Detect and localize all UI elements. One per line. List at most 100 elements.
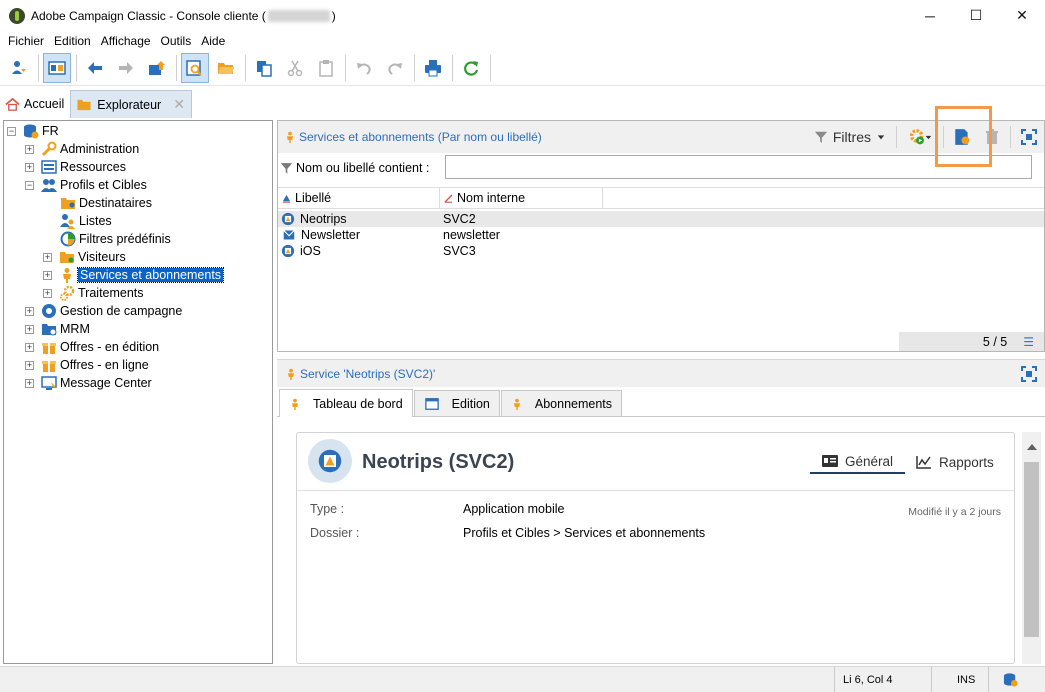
menu-outils[interactable]: Outils <box>156 34 197 48</box>
mobile-app-icon <box>281 244 295 258</box>
search-button[interactable] <box>181 52 209 83</box>
tree-item-destinataires[interactable]: Destinataires <box>60 194 152 212</box>
column-header-nom-interne[interactable]: Nom interne <box>440 188 603 208</box>
redo-button[interactable] <box>381 53 409 83</box>
filters-dropdown[interactable]: Filtres <box>814 129 885 145</box>
scroll-up-icon[interactable] <box>1027 444 1037 450</box>
list-menu-icon[interactable]: ☰ <box>1023 335 1034 349</box>
tree-item-label: Message Center <box>60 376 152 390</box>
title-bar: Adobe Campaign Classic - Console cliente… <box>0 0 1045 31</box>
menu-aide[interactable]: Aide <box>196 34 230 48</box>
service-dashboard: Neotrips (SVC2) Général Rapports Modifié… <box>296 432 1015 664</box>
campaign-icon <box>41 303 57 319</box>
lists-icon <box>60 213 76 229</box>
tab-accueil-label: Accueil <box>24 97 65 111</box>
explorer-view-button[interactable] <box>43 52 71 83</box>
connect-button[interactable] <box>5 53 33 83</box>
tree-item-fr[interactable]: − FR <box>7 122 59 140</box>
maximize-panel-button[interactable] <box>1017 125 1041 149</box>
scroll-thumb[interactable] <box>1024 462 1039 637</box>
gear-play-icon <box>909 129 932 145</box>
collapse-icon[interactable]: − <box>25 180 34 190</box>
tree-item-profils-et-cibles[interactable]: − Profils et Cibles <box>25 176 147 194</box>
open-folder-button[interactable] <box>212 53 240 83</box>
expand-icon[interactable]: + <box>25 342 34 352</box>
tree-item-filtres-predefinis[interactable]: Filtres prédéfinis <box>60 230 171 248</box>
funnel-icon <box>814 131 827 144</box>
delete-button[interactable] <box>980 125 1004 149</box>
undo-icon <box>357 62 371 75</box>
folder-up-icon <box>149 60 165 75</box>
maximize-button[interactable]: ☐ <box>953 0 999 31</box>
new-service-button[interactable] <box>950 125 974 149</box>
minimize-button[interactable]: ─ <box>907 0 953 31</box>
tree-item-offres-en-edition[interactable]: + Offres - en édition <box>25 338 159 356</box>
tab-tableau-de-bord[interactable]: Tableau de bord <box>279 389 413 417</box>
services-list-panel: Services et abonnements (Par nom ou libe… <box>277 120 1045 352</box>
expand-icon[interactable]: + <box>25 324 34 334</box>
folder-value: Profils et Cibles > Services et abonneme… <box>463 526 706 540</box>
tree-item-message-center[interactable]: + Message Center <box>25 374 152 392</box>
column-header-libelle[interactable]: Libellé <box>278 188 440 208</box>
tab-rapports[interactable]: Rapports <box>916 450 994 474</box>
copy-icon <box>257 60 272 77</box>
tree-item-offres-en-ligne[interactable]: + Offres - en ligne <box>25 356 149 374</box>
mrm-folder-icon <box>41 321 57 337</box>
redacted-username <box>267 10 330 23</box>
copy-button[interactable] <box>250 53 278 83</box>
tree-item-gestion-de-campagne[interactable]: + Gestion de campagne <box>25 302 182 320</box>
menu-fichier[interactable]: Fichier <box>3 34 49 48</box>
table-row[interactable]: Newsletter newsletter <box>278 227 1044 243</box>
tree-item-services-et-abonnements[interactable]: + Services et abonnements <box>43 266 225 284</box>
forward-button[interactable] <box>112 53 140 83</box>
service-avatar <box>308 439 352 483</box>
tree-item-listes[interactable]: Listes <box>60 212 112 230</box>
undo-button[interactable] <box>350 53 378 83</box>
tab-general[interactable]: Général <box>810 450 906 474</box>
back-button[interactable] <box>81 53 109 83</box>
print-button[interactable] <box>419 53 447 83</box>
paste-button[interactable] <box>312 53 340 83</box>
refresh-button[interactable] <box>457 53 485 83</box>
collapse-icon[interactable]: − <box>7 126 16 136</box>
tree-item-mrm[interactable]: + MRM <box>25 320 90 338</box>
parent-folder-button[interactable] <box>143 53 171 83</box>
folder-icon <box>77 99 91 111</box>
maximize-detail-button[interactable] <box>1021 366 1037 385</box>
tree-item-label: Services et abonnements <box>76 267 225 283</box>
tree-item-visiteurs[interactable]: + Visiteurs <box>43 248 126 266</box>
expand-icon[interactable]: + <box>25 162 34 172</box>
expand-icon[interactable]: + <box>25 378 34 388</box>
actions-button[interactable] <box>903 125 937 149</box>
expand-icon[interactable]: + <box>25 360 34 370</box>
expand-icon[interactable]: + <box>43 252 52 262</box>
menu-edition[interactable]: Edition <box>49 34 96 48</box>
mobile-app-icon <box>281 212 295 226</box>
tab-explorateur[interactable]: Explorateur ✕ <box>70 90 192 118</box>
table-row[interactable]: Neotrips SVC2 <box>278 211 1044 227</box>
menu-affichage[interactable]: Affichage <box>96 34 156 48</box>
tab-edition[interactable]: Edition <box>413 390 500 416</box>
expand-icon[interactable]: + <box>43 270 52 280</box>
search-icon <box>186 59 202 76</box>
tree-item-ressources[interactable]: + Ressources <box>25 158 126 176</box>
tree-item-traitements[interactable]: + Traitements <box>43 284 144 302</box>
close-tab-icon[interactable]: ✕ <box>173 96 185 113</box>
expand-icon[interactable]: + <box>25 306 34 316</box>
expand-icon[interactable]: + <box>43 288 52 298</box>
close-window-button[interactable]: ✕ <box>999 0 1045 31</box>
detail-scrollbar[interactable] <box>1022 432 1041 664</box>
tab-accueil[interactable]: Accueil <box>0 90 70 118</box>
tree-item-administration[interactable]: + Administration <box>25 140 139 158</box>
cut-button[interactable] <box>281 53 309 83</box>
column-label: Nom interne <box>457 191 526 205</box>
name-filter-input[interactable] <box>445 155 1032 179</box>
table-row[interactable]: iOS SVC3 <box>278 243 1044 259</box>
service-person-icon <box>288 368 294 380</box>
mobile-app-icon <box>318 449 342 473</box>
expand-icon[interactable]: + <box>25 144 34 154</box>
navigation-tree: − FR + Administration + Ressources − Pro… <box>3 120 273 664</box>
record-count: 5 / 5 <box>982 334 1008 349</box>
tab-abonnements[interactable]: Abonnements <box>500 390 623 416</box>
row-internal-name: SVC3 <box>443 244 476 258</box>
